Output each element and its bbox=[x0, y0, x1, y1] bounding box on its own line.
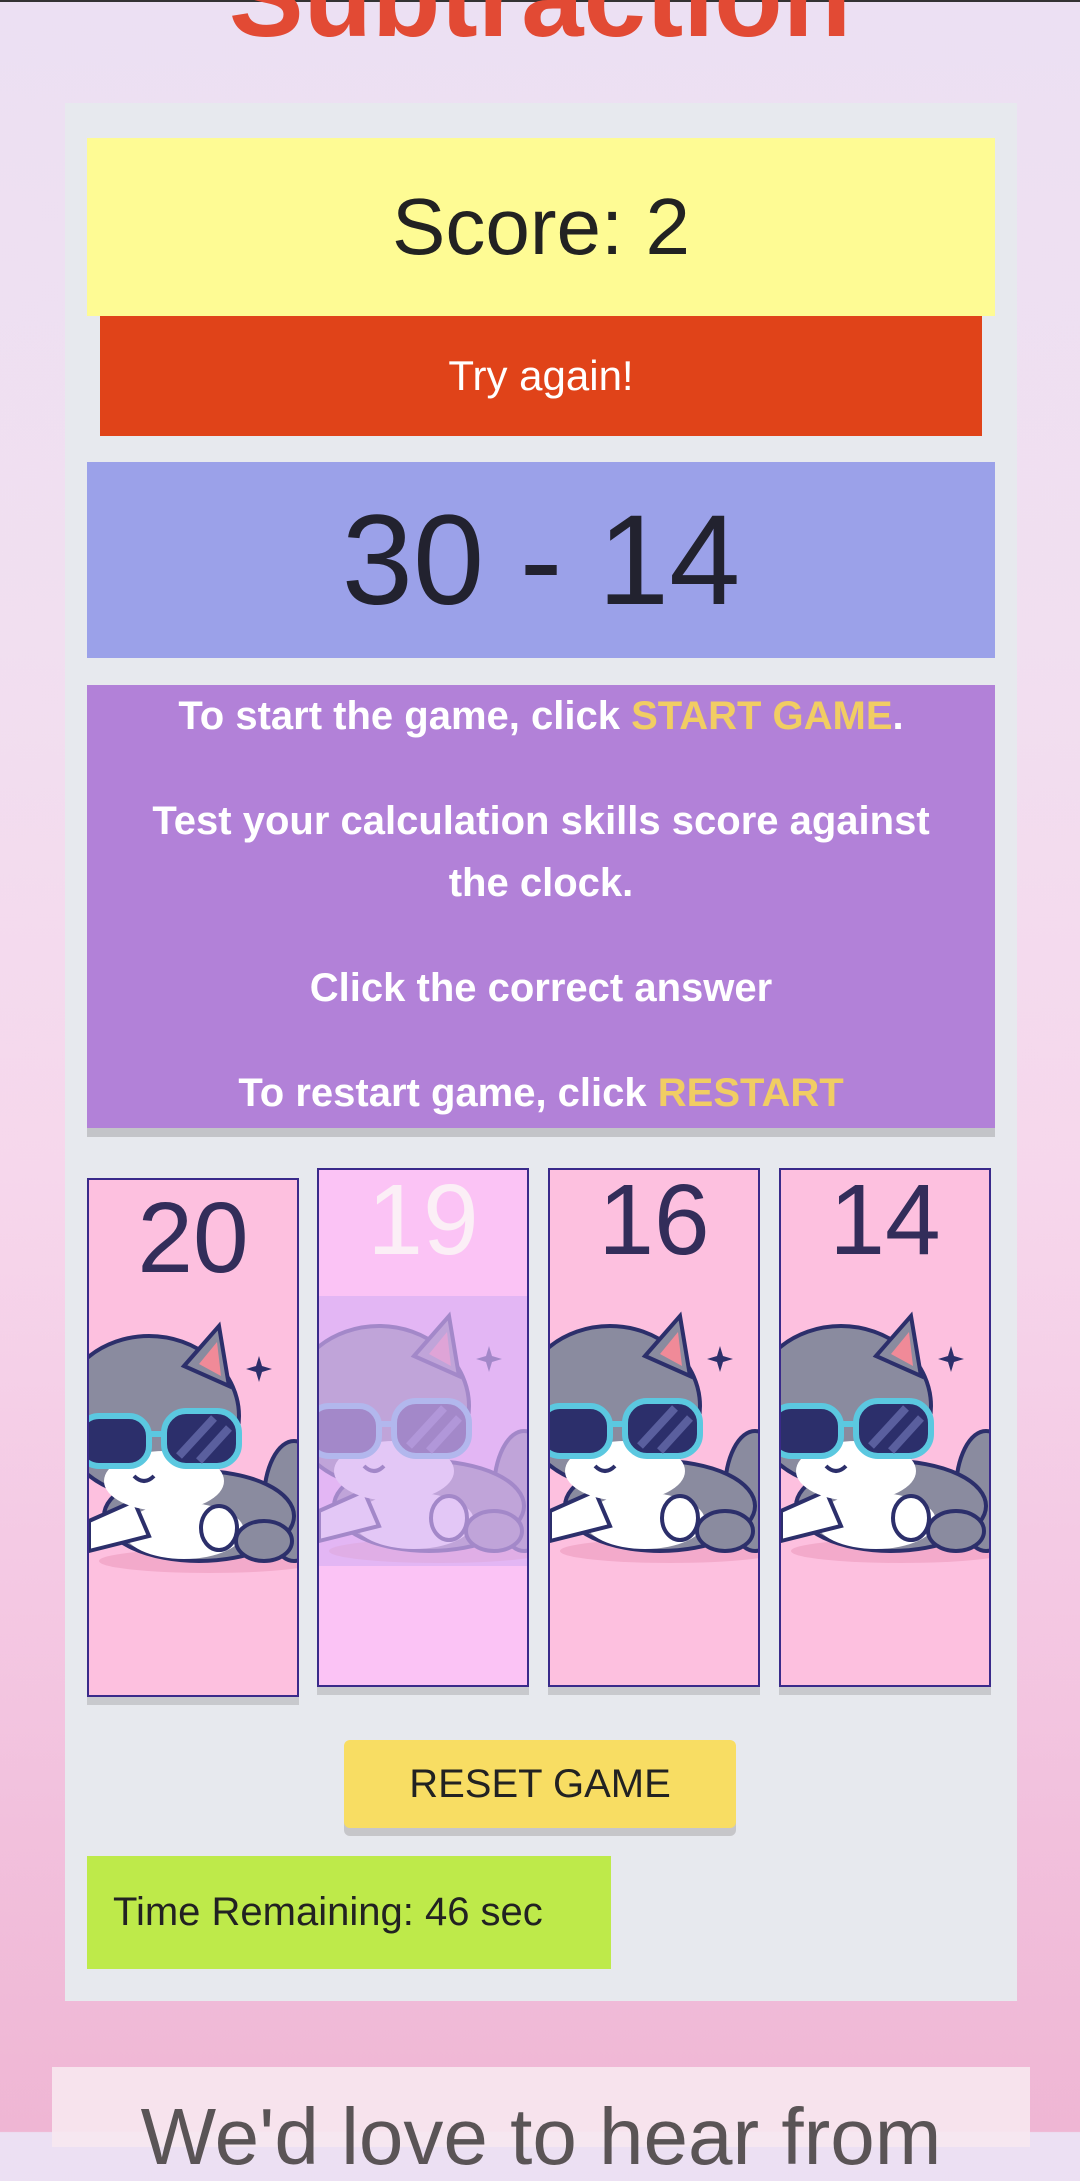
contact-section: We'd love to hear from bbox=[52, 2067, 1030, 2177]
feedback-banner: Try again! bbox=[100, 316, 982, 436]
instruction-start: To start the game, click START GAME. bbox=[117, 685, 965, 747]
answer-value: 14 bbox=[829, 1168, 941, 1276]
contact-title: We'd love to hear from bbox=[140, 2092, 942, 2181]
page-title: Subtraction bbox=[0, 0, 1080, 54]
time-remaining: Time Remaining: 46 sec bbox=[87, 1856, 611, 1969]
question-display: 30 - 14 bbox=[87, 462, 995, 658]
instruction-test: Test your calculation skills score again… bbox=[152, 799, 930, 905]
answer-value: 16 bbox=[598, 1168, 710, 1276]
reset-game-button[interactable]: RESET GAME bbox=[344, 1740, 736, 1828]
instruction-restart-text: To restart game, click bbox=[238, 1071, 658, 1115]
answer-card-1[interactable]: 20 bbox=[87, 1178, 299, 1697]
answer-card-3[interactable]: 16 bbox=[548, 1168, 760, 1687]
cat-with-sunglasses-icon bbox=[781, 1296, 989, 1566]
cat-with-sunglasses-icon bbox=[89, 1306, 297, 1576]
score-display: Score: 2 bbox=[87, 138, 995, 316]
restart-highlight: RESTART bbox=[657, 1071, 844, 1115]
answer-value: 19 bbox=[367, 1168, 479, 1276]
start-game-highlight: START GAME bbox=[631, 694, 893, 738]
cat-with-sunglasses-icon bbox=[550, 1296, 758, 1566]
instruction-click: Click the correct answer bbox=[309, 966, 773, 1010]
instructions-panel: To start the game, click START GAME. Tes… bbox=[87, 685, 995, 1128]
instruction-start-suffix: . bbox=[892, 694, 904, 738]
instruction-start-text: To start the game, click bbox=[178, 694, 632, 738]
instruction-restart: To restart game, click RESTART bbox=[117, 1062, 965, 1124]
game-container: Score: 2 Try again! 30 - 14 To start the… bbox=[65, 103, 1017, 2001]
cat-with-sunglasses-icon bbox=[319, 1296, 527, 1566]
answer-value: 20 bbox=[137, 1182, 249, 1294]
answer-card-4[interactable]: 14 bbox=[779, 1168, 991, 1687]
answer-card-2[interactable]: 19 bbox=[317, 1168, 529, 1687]
